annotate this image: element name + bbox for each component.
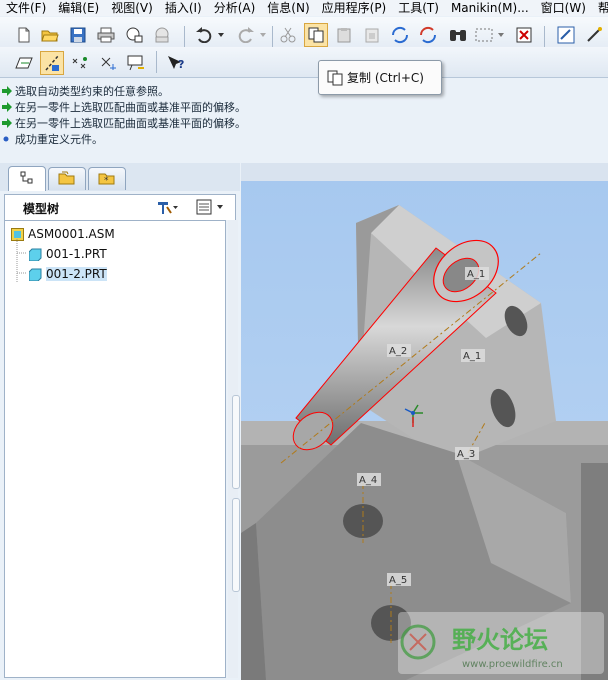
datum-axis-icon[interactable] bbox=[40, 51, 64, 75]
menu-view[interactable]: 视图(V) bbox=[105, 0, 159, 16]
close-window-icon[interactable] bbox=[514, 25, 534, 45]
bullet-icon bbox=[2, 134, 12, 144]
main-toolbar bbox=[0, 17, 608, 51]
undo-icon[interactable] bbox=[194, 25, 214, 45]
cut-icon[interactable] bbox=[278, 25, 298, 45]
csys-icon[interactable] bbox=[98, 53, 118, 73]
graphics-viewport[interactable]: A_1 A_1 A_2 A_3 A_4 A_5 bbox=[241, 163, 608, 680]
message-area: 选取自动类型约束的任意参照。 在另一零件上选取匹配曲面或基准平面的偏移。 在另一… bbox=[0, 83, 608, 153]
undo-dropdown-icon[interactable] bbox=[216, 25, 226, 45]
arrow-right-icon bbox=[2, 86, 12, 96]
message-line: 在另一零件上选取匹配曲面或基准平面的偏移。 bbox=[2, 99, 246, 115]
menubar: 文件(F) 编辑(E) 视图(V) 插入(I) 分析(A) 信息(N) 应用程序… bbox=[0, 0, 608, 16]
model-tree-title: 模型树 bbox=[23, 202, 60, 216]
save-icon[interactable] bbox=[68, 25, 88, 45]
message-text: 选取自动类型约束的任意参照。 bbox=[15, 85, 169, 98]
datum-point-icon[interactable] bbox=[70, 53, 90, 73]
model-player-icon[interactable] bbox=[556, 25, 576, 45]
model-graphics: A_1 A_1 A_2 A_3 A_4 A_5 bbox=[241, 163, 608, 680]
open-folder-icon[interactable] bbox=[40, 25, 60, 45]
menu-window[interactable]: 窗口(W) bbox=[535, 0, 592, 16]
tab-model-tree[interactable] bbox=[8, 166, 46, 191]
model-tree: ASM0001.ASM 001-1.PRT 001-2.PRT bbox=[4, 220, 226, 678]
select-box-icon[interactable] bbox=[474, 25, 494, 45]
menu-info[interactable]: 信息(N) bbox=[261, 0, 315, 16]
print-icon[interactable] bbox=[96, 25, 116, 45]
menu-analysis[interactable]: 分析(A) bbox=[208, 0, 262, 16]
datum-toolbar: ? bbox=[0, 47, 608, 78]
redo-dropdown-icon[interactable] bbox=[258, 25, 268, 45]
tree-item-label: 001-1.PRT bbox=[46, 247, 107, 261]
redo-icon[interactable] bbox=[236, 25, 256, 45]
message-line: 选取自动类型约束的任意参照。 bbox=[2, 83, 169, 99]
menu-insert[interactable]: 插入(I) bbox=[159, 0, 208, 16]
watermark-title: 野火论坛 bbox=[452, 626, 548, 654]
settings-icon[interactable] bbox=[155, 199, 179, 215]
context-help-icon[interactable]: ? bbox=[166, 53, 186, 73]
menu-tools[interactable]: 工具(T) bbox=[392, 0, 445, 16]
navigator-tabs: * bbox=[0, 163, 240, 191]
message-line: 在另一零件上选取匹配曲面或基准平面的偏移。 bbox=[2, 115, 246, 131]
axis-label: A_4 bbox=[359, 475, 377, 486]
send-icon[interactable] bbox=[152, 25, 172, 45]
message-text: 在另一零件上选取匹配曲面或基准平面的偏移。 bbox=[15, 117, 246, 130]
axis-label: A_1 bbox=[467, 269, 485, 280]
select-dropdown-icon[interactable] bbox=[496, 25, 506, 45]
svg-text:*: * bbox=[104, 176, 109, 185]
menu-edit[interactable]: 编辑(E) bbox=[52, 0, 105, 16]
model-tree-icon bbox=[19, 171, 35, 188]
watermark-url: www.proewildfire.cn bbox=[462, 659, 563, 670]
message-line: 成功重定义元件。 bbox=[2, 131, 103, 147]
tab-folder-browser[interactable] bbox=[48, 167, 86, 190]
tree-connector-lines bbox=[16, 239, 27, 283]
tree-item-label: 001-2.PRT bbox=[46, 267, 107, 281]
watermark-logo: 野火论坛 www.proewildfire.cn bbox=[398, 612, 604, 674]
copy-icon[interactable] bbox=[304, 23, 328, 47]
axis-label: A_1 bbox=[463, 351, 481, 362]
regenerate-manager-icon[interactable] bbox=[418, 25, 438, 45]
forum-watermark: 野火论坛 www.proewildfire.cn bbox=[398, 612, 604, 674]
find-icon[interactable] bbox=[448, 25, 468, 45]
annotation-icon[interactable] bbox=[126, 53, 146, 73]
menu-manikin[interactable]: Manikin(M)... bbox=[445, 0, 535, 16]
favorites-icon: * bbox=[98, 171, 116, 188]
email-icon[interactable] bbox=[124, 25, 144, 45]
menu-applications[interactable]: 应用程序(P) bbox=[316, 0, 393, 16]
message-text: 成功重定义元件。 bbox=[15, 133, 103, 146]
datum-plane-icon[interactable] bbox=[14, 53, 34, 73]
menu-file[interactable]: 文件(F) bbox=[0, 0, 52, 16]
axis-label: A_2 bbox=[389, 346, 407, 357]
arrow-right-icon bbox=[2, 102, 12, 112]
model-tree-header: 模型树 bbox=[4, 194, 236, 220]
axis-label: A_5 bbox=[389, 575, 407, 586]
sash-handle-lower[interactable] bbox=[232, 498, 240, 592]
arrow-right-icon bbox=[2, 118, 12, 128]
new-file-icon[interactable] bbox=[14, 25, 34, 45]
message-text: 在另一零件上选取匹配曲面或基准平面的偏移。 bbox=[15, 101, 246, 114]
folder-browser-icon bbox=[58, 171, 76, 188]
svg-text:?: ? bbox=[178, 58, 184, 71]
menu-help[interactable]: 帮 bbox=[592, 0, 608, 16]
regenerate-icon[interactable] bbox=[390, 25, 410, 45]
show-icon[interactable] bbox=[195, 199, 229, 215]
tab-favorites[interactable]: * bbox=[88, 167, 126, 190]
paste-icon[interactable] bbox=[334, 25, 354, 45]
snap-icon[interactable] bbox=[584, 25, 604, 45]
paste-special-icon[interactable] bbox=[362, 25, 382, 45]
axis-label: A_3 bbox=[457, 449, 475, 460]
sash-handle-upper[interactable] bbox=[232, 395, 240, 489]
